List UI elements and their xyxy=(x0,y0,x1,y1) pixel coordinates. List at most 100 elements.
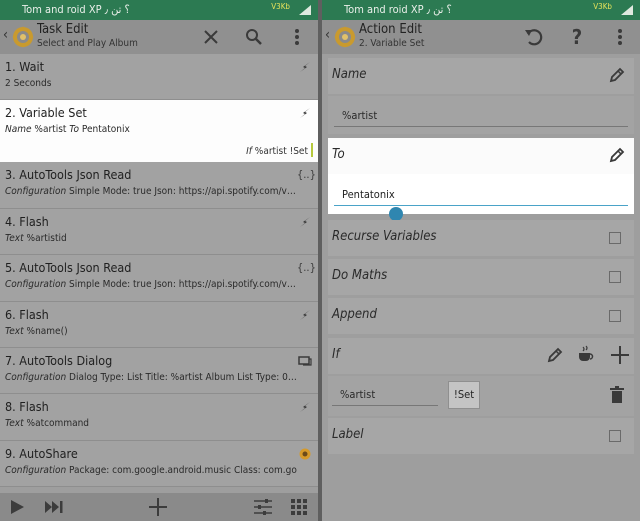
text-cursor-handle[interactable] xyxy=(389,207,403,221)
signal-icon xyxy=(621,5,633,15)
action-item[interactable]: 6. Flash Text %name() xyxy=(0,301,318,348)
action-detail-key: Text xyxy=(5,325,24,337)
help-icon: ? xyxy=(571,25,583,49)
action-detail-value: Dialog Type: List Title: %artist Album L… xyxy=(69,371,297,383)
coffee-icon[interactable] xyxy=(576,344,596,364)
action-item[interactable]: 8. Flash Text %atcommand xyxy=(0,394,318,441)
name-input[interactable]: %artist xyxy=(342,109,377,122)
lightning-icon xyxy=(300,402,310,413)
if-variable-input[interactable]: %artist xyxy=(340,388,375,401)
action-item[interactable]: 3. AutoTools Json Read Configuration Sim… xyxy=(0,162,318,209)
edit-icon[interactable] xyxy=(608,146,626,164)
label-row[interactable]: Label xyxy=(328,418,634,454)
lightning-icon xyxy=(300,62,310,72)
skip-forward-icon xyxy=(45,501,63,513)
condition-key: If xyxy=(246,146,252,158)
task-properties-button[interactable] xyxy=(253,498,273,516)
name-field-row: %artist xyxy=(328,96,634,134)
action-item[interactable]: 5. AutoTools Json Read Configuration Sim… xyxy=(0,255,318,302)
add-action-button[interactable] xyxy=(148,498,168,516)
search-button[interactable] xyxy=(242,25,266,49)
sliders-icon xyxy=(254,499,272,515)
action-detail: Configuration Simple Mode: true Json: ht… xyxy=(5,186,297,197)
help-button[interactable]: ? xyxy=(565,25,589,49)
overflow-menu-button[interactable] xyxy=(285,25,309,49)
action-detail-value: Simple Mode: true Json: https://api.spot… xyxy=(69,279,296,291)
append-row[interactable]: Append xyxy=(328,298,634,334)
condition-indicator xyxy=(311,143,313,158)
do-maths-checkbox[interactable] xyxy=(609,271,621,283)
status-text: Tom and roid XP ؟ تن ٫ xyxy=(344,3,452,16)
undo-button[interactable] xyxy=(522,25,546,49)
signal-icon xyxy=(299,5,311,15)
page-title: Task Edit xyxy=(37,22,89,37)
action-item-selected[interactable]: 2. Variable Set Name %artist To Pentaton… xyxy=(0,100,318,163)
to-input[interactable]: Pentatonix xyxy=(342,188,395,201)
action-detail: Configuration Dialog Type: List Title: %… xyxy=(5,372,297,383)
play-button[interactable] xyxy=(8,498,26,516)
label-checkbox[interactable] xyxy=(609,430,621,442)
lightning-icon xyxy=(300,309,310,320)
task-edit-pane: Tom and roid XP ؟ تن ٫ V3Kb ‹ Task Edit … xyxy=(0,0,318,521)
action-item[interactable]: 9. AutoShare Configuration Package: com.… xyxy=(0,440,318,488)
recurse-variables-row[interactable]: Recurse Variables xyxy=(328,220,634,256)
undo-icon xyxy=(525,29,543,46)
if-operator-button[interactable]: !Set xyxy=(448,381,480,409)
if-section: If xyxy=(328,338,634,374)
recurse-variables-checkbox[interactable] xyxy=(609,232,621,244)
action-title: 1. Wait xyxy=(5,59,45,74)
action-title: 6. Flash xyxy=(5,306,49,322)
step-button[interactable] xyxy=(43,498,65,516)
input-underline xyxy=(332,405,438,406)
action-title: 7. AutoTools Dialog xyxy=(5,352,113,368)
action-detail-value: %atcommand xyxy=(26,418,90,430)
plus-icon[interactable] xyxy=(610,345,630,365)
status-bar: Tom and roid XP ؟ تن ٫ V3Kb xyxy=(0,0,318,20)
to-section: To xyxy=(328,138,634,174)
append-label: Append xyxy=(332,307,377,322)
action-detail-key: Name xyxy=(5,124,32,136)
to-field-row: Pentatonix xyxy=(328,174,634,214)
action-detail-key: Configuration xyxy=(5,279,67,291)
search-icon xyxy=(246,29,262,45)
grid-view-button[interactable] xyxy=(290,498,308,516)
action-name: 2. Variable Set xyxy=(359,38,425,49)
if-condition-row: %artist !Set xyxy=(328,376,634,416)
action-detail-value: %artistid xyxy=(26,232,67,244)
close-button[interactable] xyxy=(199,25,223,49)
task-edit-appbar: ‹ Task Edit Select and Play Album xyxy=(0,20,318,54)
action-title: 9. AutoShare xyxy=(5,445,78,461)
to-label: To xyxy=(332,147,345,162)
back-icon[interactable]: ‹ xyxy=(325,27,330,43)
action-edit-appbar: ‹ Action Edit 2. Variable Set ? xyxy=(322,20,640,54)
page-title: Action Edit xyxy=(359,22,422,37)
action-detail: 2 Seconds xyxy=(5,78,297,89)
braces-icon: {..} xyxy=(297,168,316,182)
status-bar: Tom and roid XP ؟ تن ٫ V3Kb xyxy=(322,0,640,20)
action-detail-value: Package: com.google.android.music Class:… xyxy=(69,464,297,476)
lightning-icon xyxy=(300,216,310,227)
action-title: 2. Variable Set xyxy=(5,105,87,121)
task-name: Select and Play Album xyxy=(37,38,138,49)
action-detail-value: Simple Mode: true Json: https://api.spot… xyxy=(69,186,296,198)
overflow-menu-button[interactable] xyxy=(608,25,632,49)
action-item[interactable]: 7. AutoTools Dialog Configuration Dialog… xyxy=(0,347,318,395)
action-detail-value: 2 Seconds xyxy=(5,78,52,89)
action-item[interactable]: 4. Flash Text %artistid xyxy=(0,208,318,256)
action-item[interactable]: 1. Wait 2 Seconds xyxy=(0,54,318,101)
play-icon xyxy=(11,500,24,514)
do-maths-label: Do Maths xyxy=(332,268,388,283)
edit-icon[interactable] xyxy=(546,346,564,364)
download-speed: V3Kb xyxy=(271,2,290,11)
label-label: Label xyxy=(332,427,364,442)
back-icon[interactable]: ‹ xyxy=(3,27,8,43)
append-checkbox[interactable] xyxy=(609,310,621,322)
trash-icon[interactable] xyxy=(610,386,624,404)
if-label: If xyxy=(332,347,340,362)
do-maths-row[interactable]: Do Maths xyxy=(328,259,634,295)
plus-icon xyxy=(149,498,167,516)
edit-icon[interactable] xyxy=(608,66,626,84)
action-detail-key: Text xyxy=(5,232,24,244)
action-detail-key: To xyxy=(69,124,80,136)
action-edit-pane: Tom and roid XP ؟ تن ٫ V3Kb ‹ Action Edi… xyxy=(322,0,640,521)
